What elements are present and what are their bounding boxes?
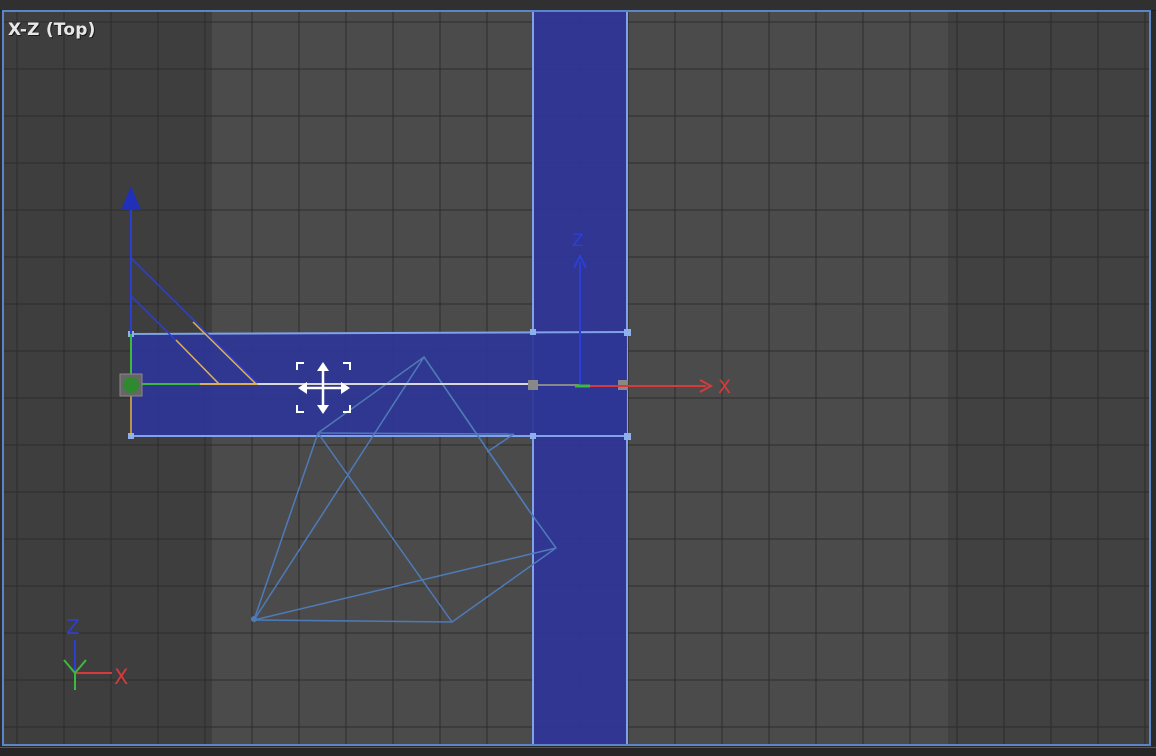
pivot-green-dot[interactable]: [123, 377, 139, 393]
camera-origin[interactable]: [251, 616, 257, 622]
viewport-label[interactable]: X-Z (Top): [8, 20, 96, 40]
viewport-window: Z X Z X X-Z (Top): [0, 0, 1156, 756]
viewport-scene[interactable]: Z X Z X: [0, 0, 1156, 756]
corner-axis-x-label: X: [114, 665, 128, 689]
corner-axis-z-label: Z: [66, 615, 80, 639]
vertex-handle[interactable]: [624, 329, 631, 336]
vertex-handle[interactable]: [624, 433, 631, 440]
vertex-handle[interactable]: [530, 433, 536, 439]
gizmo-z-label: Z: [572, 231, 584, 251]
shade-band-right: [948, 12, 1149, 744]
gizmo-x-label: X: [718, 376, 731, 398]
vertex-handle[interactable]: [530, 329, 536, 335]
pivot-grey-handle[interactable]: [528, 380, 538, 390]
